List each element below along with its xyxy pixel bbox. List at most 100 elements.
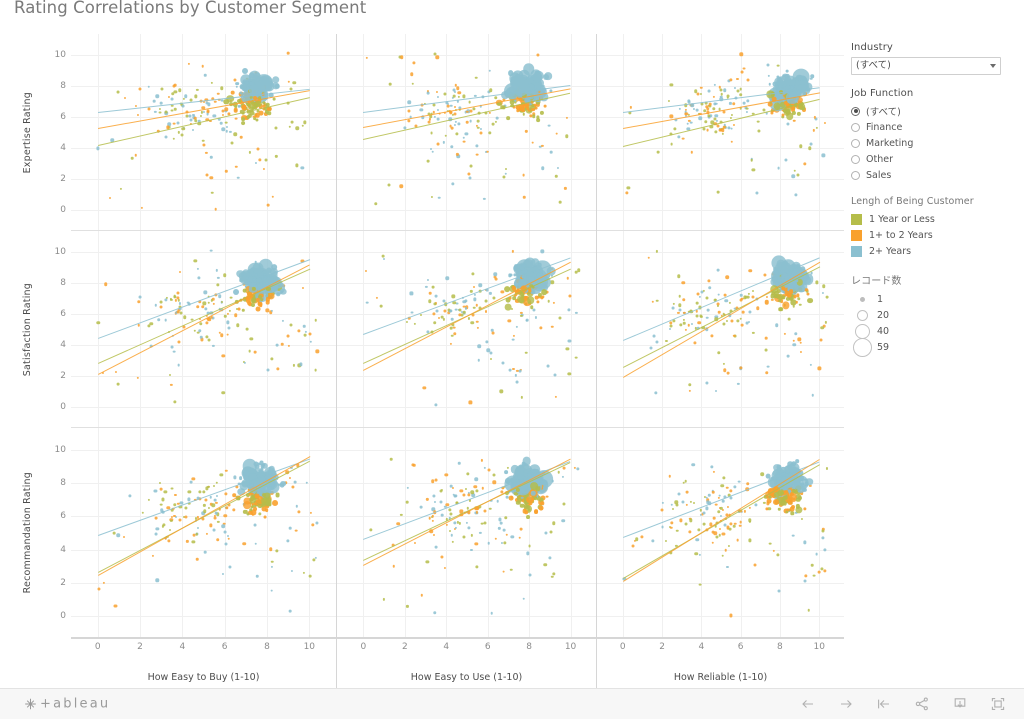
scatter-point[interactable] [266, 368, 270, 372]
scatter-point[interactable] [651, 300, 654, 304]
scatter-point[interactable] [163, 490, 167, 494]
scatter-point[interactable] [739, 524, 742, 527]
scatter-point[interactable] [236, 323, 240, 328]
scatter-point[interactable] [213, 498, 217, 502]
scatter-point[interactable] [672, 507, 675, 510]
scatter-point[interactable] [248, 84, 259, 95]
scatter-point[interactable] [473, 285, 476, 288]
scatter-point[interactable] [823, 548, 827, 552]
scatter-point[interactable] [736, 319, 740, 323]
scatter-point[interactable] [793, 119, 796, 122]
scatter-point[interactable] [709, 102, 712, 106]
scatter-point[interactable] [557, 470, 560, 474]
color-legend-item[interactable]: 1+ to 2 Years [851, 227, 1016, 243]
scatter-point[interactable] [543, 562, 548, 567]
scatter-point[interactable] [504, 168, 507, 171]
scatter-point[interactable] [696, 292, 700, 296]
scatter-point[interactable] [224, 542, 228, 546]
scatter-point[interactable] [476, 326, 479, 329]
scatter-point[interactable] [479, 131, 483, 135]
scatter-point[interactable] [675, 503, 679, 507]
scatter-point[interactable] [698, 116, 702, 120]
scatter-point[interactable] [697, 320, 701, 325]
scatter-point[interactable] [790, 511, 794, 516]
scatter-point[interactable] [430, 131, 433, 135]
scatter-point[interactable] [212, 528, 216, 532]
scatter-point[interactable] [382, 598, 385, 601]
scatter-point[interactable] [721, 508, 724, 511]
scatter-point[interactable] [272, 499, 279, 506]
scatter-point[interactable] [747, 295, 750, 299]
scatter-point[interactable] [446, 104, 450, 108]
scatter-point[interactable] [715, 535, 719, 539]
scatter-point[interactable] [469, 119, 473, 123]
scatter-point[interactable] [202, 301, 206, 306]
scatter-point[interactable] [541, 145, 544, 148]
scatter-point[interactable] [153, 489, 158, 493]
scatter-point[interactable] [136, 376, 139, 380]
scatter-point[interactable] [815, 552, 819, 556]
scatter-point[interactable] [763, 273, 767, 277]
scatter-point[interactable] [489, 292, 492, 295]
scatter-point[interactable] [722, 88, 727, 92]
scatter-point[interactable] [290, 120, 294, 124]
scatter-point[interactable] [195, 305, 200, 309]
scatter-point[interactable] [797, 495, 802, 500]
scatter-point[interactable] [176, 121, 180, 125]
scatter-point[interactable] [541, 288, 547, 295]
scatter-point[interactable] [286, 52, 290, 55]
scatter-point[interactable] [796, 173, 800, 177]
scatter-point[interactable] [501, 361, 505, 365]
scatter-point[interactable] [745, 107, 749, 110]
scatter-point[interactable] [465, 521, 468, 525]
scatter-point[interactable] [764, 348, 768, 352]
scatter-point[interactable] [420, 593, 424, 597]
scatter-point[interactable] [798, 303, 802, 307]
scatter-point[interactable] [433, 52, 437, 56]
scatter-point[interactable] [702, 522, 706, 526]
scatter-point[interactable] [821, 529, 825, 533]
scatter-point[interactable] [821, 153, 825, 157]
scatter-point[interactable] [807, 297, 813, 304]
scatter-point[interactable] [295, 505, 298, 508]
scatter-point[interactable] [260, 463, 265, 469]
scatter-point[interactable] [286, 539, 290, 543]
scatter-point[interactable] [766, 498, 772, 504]
scatter-point[interactable] [736, 78, 739, 81]
scatter-point[interactable] [432, 103, 436, 107]
scatter-point[interactable] [160, 503, 163, 506]
scatter-point[interactable] [782, 301, 790, 309]
scatter-point[interactable] [169, 374, 172, 377]
scatter-point[interactable] [202, 143, 206, 147]
scatter-point[interactable] [721, 132, 725, 135]
scatter-point[interactable] [691, 322, 694, 325]
scatter-point[interactable] [454, 123, 457, 126]
scatter-point[interactable] [820, 326, 824, 330]
scatter-point[interactable] [799, 350, 802, 353]
scatter-point[interactable] [454, 308, 458, 311]
scatter-point[interactable] [723, 362, 726, 365]
scatter-point[interactable] [742, 310, 745, 314]
scatter-point[interactable] [817, 366, 822, 370]
scatter-point[interactable] [261, 497, 270, 505]
scatter-point[interactable] [468, 400, 472, 404]
scatter-point[interactable] [640, 535, 644, 539]
scatter-point[interactable] [766, 365, 770, 369]
scatter-point[interactable] [292, 81, 297, 85]
scatter-point[interactable] [677, 492, 681, 496]
scatter-point[interactable] [498, 527, 501, 530]
scatter-point[interactable] [787, 496, 790, 499]
scatter-point[interactable] [712, 95, 715, 99]
scatter-point[interactable] [459, 488, 464, 493]
scatter-point[interactable] [697, 528, 701, 532]
scatter-point[interactable] [518, 369, 522, 373]
scatter-point[interactable] [413, 322, 417, 325]
scatter-point[interactable] [495, 116, 499, 120]
scatter-point[interactable] [182, 98, 186, 101]
scatter-point[interactable] [203, 504, 206, 507]
scatter-point[interactable] [108, 197, 111, 200]
scatter-pane-r1-c2[interactable] [597, 231, 844, 428]
scatter-point[interactable] [221, 572, 224, 575]
scatter-point[interactable] [270, 560, 274, 564]
scatter-point[interactable] [702, 511, 706, 515]
